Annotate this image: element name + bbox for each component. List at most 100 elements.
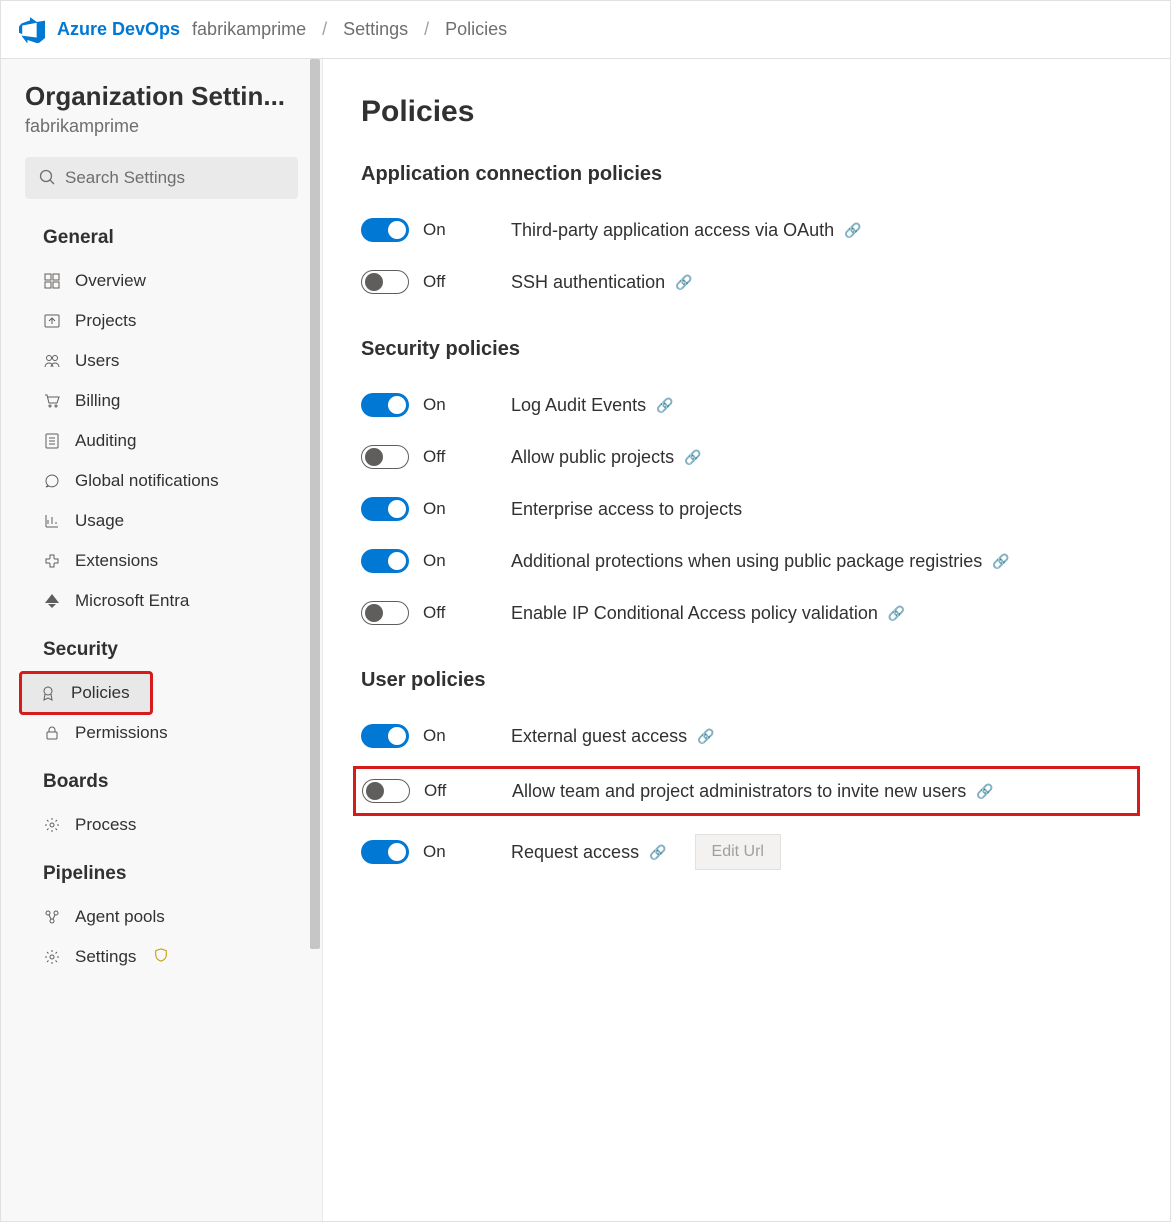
users-icon — [43, 352, 61, 370]
toggle-public-projects[interactable] — [361, 445, 409, 469]
brand-name[interactable]: Azure DevOps — [57, 19, 180, 40]
toggle-state: Off — [424, 781, 446, 801]
sidebar-item-process[interactable]: Process — [25, 805, 298, 845]
group-general: General — [43, 227, 298, 249]
toggle-state: Off — [423, 603, 445, 623]
sidebar-item-usage[interactable]: Usage — [25, 501, 298, 541]
sidebar-item-billing[interactable]: Billing — [25, 381, 298, 421]
toggle-ssh[interactable] — [361, 270, 409, 294]
group-security: Security — [43, 639, 298, 661]
chat-icon — [43, 472, 61, 490]
chart-icon — [43, 512, 61, 530]
policy-row-ssh: Off SSH authentication 🔗 — [361, 256, 1132, 308]
toggle-oauth[interactable] — [361, 218, 409, 242]
nav-label: Auditing — [75, 431, 136, 451]
sidebar-item-overview[interactable]: Overview — [25, 261, 298, 301]
toggle-state: On — [423, 395, 446, 415]
nav-label: Overview — [75, 271, 146, 291]
sidebar-item-agent-pools[interactable]: Agent pools — [25, 897, 298, 937]
policy-row-audit: On Log Audit Events 🔗 — [361, 379, 1132, 431]
link-icon[interactable]: 🔗 — [649, 844, 666, 861]
policy-row-public-projects: Off Allow public projects 🔗 — [361, 431, 1132, 483]
breadcrumb-settings[interactable]: Settings — [343, 19, 408, 40]
nav-label: Settings — [75, 947, 136, 967]
cart-icon — [43, 392, 61, 410]
sidebar-subtitle: fabrikamprime — [25, 116, 298, 137]
policy-label: Allow team and project administrators to… — [512, 781, 966, 802]
toggle-invite-users[interactable] — [362, 779, 410, 803]
entra-icon — [43, 592, 61, 610]
nav-label: Usage — [75, 511, 124, 531]
sidebar-item-policies[interactable]: Policies — [21, 673, 151, 713]
sidebar-item-permissions[interactable]: Permissions — [25, 713, 298, 753]
link-icon[interactable]: 🔗 — [888, 605, 905, 622]
policy-label: Log Audit Events — [511, 395, 646, 416]
grid-icon — [43, 272, 61, 290]
section-security-policies: Security policies — [361, 338, 1132, 361]
link-icon[interactable]: 🔗 — [684, 449, 701, 466]
toggle-state: Off — [423, 447, 445, 467]
azure-devops-logo-icon — [19, 17, 45, 43]
policy-label: Additional protections when using public… — [511, 551, 982, 572]
nav-label: Permissions — [75, 723, 168, 743]
link-icon[interactable]: 🔗 — [976, 783, 993, 800]
search-field[interactable] — [65, 168, 286, 188]
scrollbar-thumb[interactable] — [310, 59, 320, 949]
policy-row-invite-users: Off Allow team and project administrator… — [353, 766, 1140, 816]
sidebar-item-extensions[interactable]: Extensions — [25, 541, 298, 581]
policy-label: Allow public projects — [511, 447, 674, 468]
link-icon[interactable]: 🔗 — [697, 728, 714, 745]
sidebar: Organization Settin... fabrikamprime Gen… — [1, 59, 323, 1221]
nav-label: Agent pools — [75, 907, 165, 927]
breadcrumb-org[interactable]: fabrikamprime — [192, 19, 306, 40]
policy-label: Enable IP Conditional Access policy vali… — [511, 603, 878, 624]
section-app-connection: Application connection policies — [361, 163, 1132, 186]
section-user-policies: User policies — [361, 669, 1132, 692]
shield-icon — [154, 947, 168, 967]
nav-label: Policies — [71, 683, 130, 703]
sidebar-item-global-notifications[interactable]: Global notifications — [25, 461, 298, 501]
policy-row-ip-conditional: Off Enable IP Conditional Access policy … — [361, 587, 1132, 639]
toggle-guest-access[interactable] — [361, 724, 409, 748]
link-icon[interactable]: 🔗 — [992, 553, 1009, 570]
toggle-enterprise-access[interactable] — [361, 497, 409, 521]
sidebar-item-settings[interactable]: Settings — [25, 937, 298, 977]
toggle-package-registries[interactable] — [361, 549, 409, 573]
toggle-state: On — [423, 726, 446, 746]
lock-icon — [43, 724, 61, 742]
policy-label: Request access — [511, 842, 639, 863]
policy-row-package-registries: On Additional protections when using pub… — [361, 535, 1132, 587]
policy-row-request-access: On Request access 🔗 Edit Url — [361, 820, 1132, 884]
breadcrumb-separator: / — [424, 19, 429, 40]
search-icon — [39, 169, 55, 188]
nav-label: Billing — [75, 391, 120, 411]
sidebar-item-users[interactable]: Users — [25, 341, 298, 381]
toggle-state: On — [423, 499, 446, 519]
nav-label: Process — [75, 815, 136, 835]
toggle-ip-conditional[interactable] — [361, 601, 409, 625]
search-settings-input[interactable] — [25, 157, 298, 199]
toggle-state: On — [423, 842, 446, 862]
settings-icon — [43, 948, 61, 966]
toggle-audit[interactable] — [361, 393, 409, 417]
sidebar-item-auditing[interactable]: Auditing — [25, 421, 298, 461]
list-icon — [43, 432, 61, 450]
sidebar-item-projects[interactable]: Projects — [25, 301, 298, 341]
pool-icon — [43, 908, 61, 926]
policy-row-enterprise-access: On Enterprise access to projects — [361, 483, 1132, 535]
nav-label: Microsoft Entra — [75, 591, 189, 611]
link-icon[interactable]: 🔗 — [844, 222, 861, 239]
link-icon[interactable]: 🔗 — [675, 274, 692, 291]
sidebar-item-microsoft-entra[interactable]: Microsoft Entra — [25, 581, 298, 621]
breadcrumb-policies[interactable]: Policies — [445, 19, 507, 40]
link-icon[interactable]: 🔗 — [656, 397, 673, 414]
policy-label: Enterprise access to projects — [511, 499, 742, 520]
breadcrumb-separator: / — [322, 19, 327, 40]
edit-url-button[interactable]: Edit Url — [695, 834, 781, 870]
policy-row-oauth: On Third-party application access via OA… — [361, 204, 1132, 256]
header-bar: Azure DevOps fabrikamprime / Settings / … — [1, 1, 1170, 59]
toggle-request-access[interactable] — [361, 840, 409, 864]
nav-label: Users — [75, 351, 119, 371]
nav-label: Global notifications — [75, 471, 219, 491]
policy-label: External guest access — [511, 726, 687, 747]
